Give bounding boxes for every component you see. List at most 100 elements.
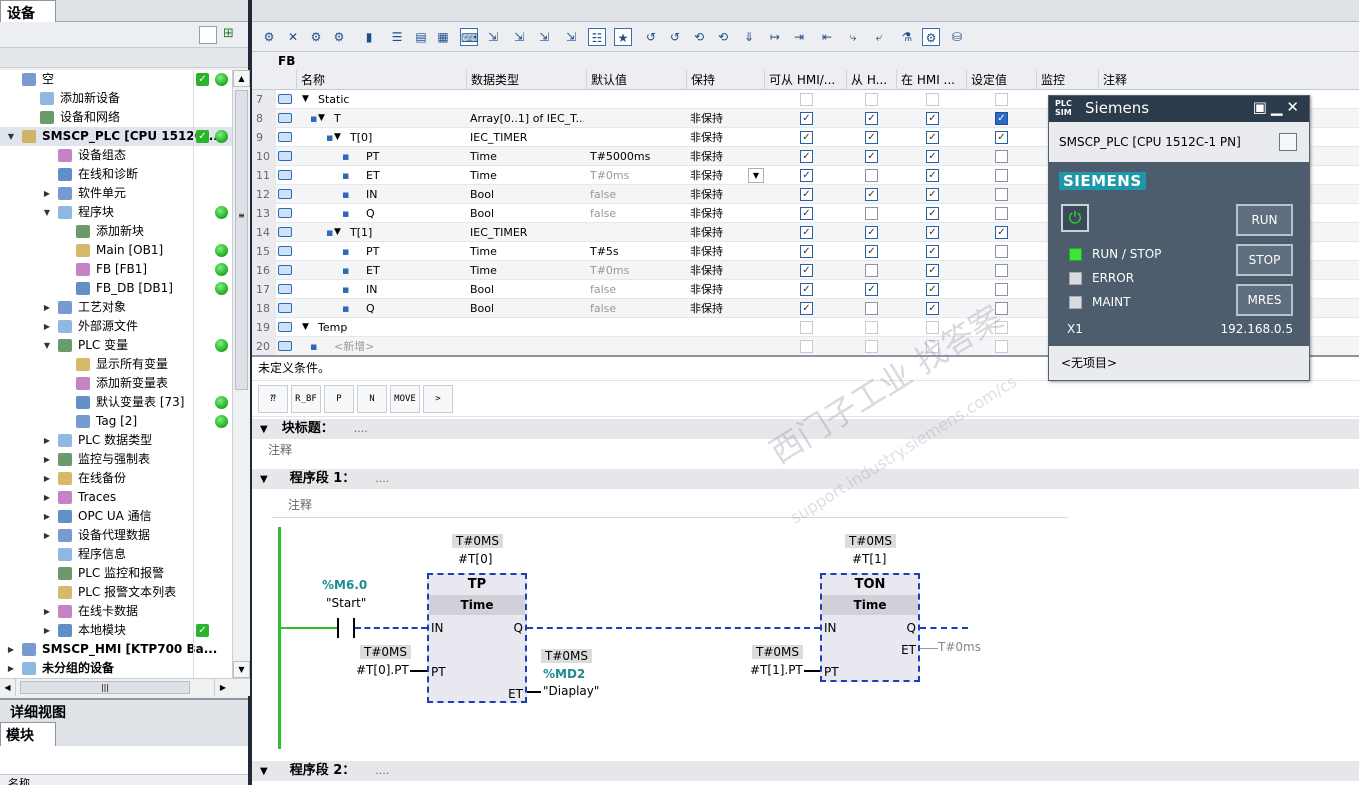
redo-icon[interactable]: ⟲ <box>714 28 732 46</box>
tree-item[interactable]: ▶ SMSCP_HMI [KTP700 Ba... <box>0 640 232 659</box>
minimize-icon[interactable]: ▁ <box>1271 98 1287 116</box>
close-icon[interactable]: ✕ <box>1286 98 1303 116</box>
checkbox[interactable]: ✓ <box>800 264 813 277</box>
retain-value[interactable]: 非保持 <box>690 109 760 128</box>
checkbox[interactable]: ✓ <box>800 245 813 258</box>
tree-vertical-scrollbar[interactable]: ▲ ≡ ▼ <box>232 70 250 678</box>
contact-tag[interactable]: "Start" <box>326 596 366 610</box>
plcsim-titlebar[interactable]: PLC SIM Siemens ▣▁✕ <box>1049 96 1309 122</box>
n-contact-icon[interactable]: N <box>357 385 387 413</box>
checkbox[interactable]: ✓ <box>865 283 878 296</box>
variable-name[interactable]: PT <box>366 147 464 166</box>
ton-timer-box[interactable]: TON Time IN Q ET PT <box>820 573 920 682</box>
default-value[interactable]: false <box>590 185 684 204</box>
default-value[interactable] <box>590 318 684 337</box>
network2-title-value[interactable]: .... <box>375 764 389 777</box>
column-header[interactable]: 设定值 <box>966 70 1036 90</box>
monitor-icon[interactable]: ⚙ <box>922 28 940 46</box>
hscroll-thumb[interactable]: ||| <box>20 681 190 694</box>
variable-type[interactable]: Bool <box>470 299 584 318</box>
checkbox[interactable]: ✓ <box>865 112 878 125</box>
tree-item[interactable]: 设备组态 <box>0 146 232 165</box>
variable-name[interactable]: Temp <box>318 318 464 337</box>
variable-name[interactable]: Q <box>366 204 464 223</box>
dropdown-arrow-icon[interactable]: ▼ <box>748 168 764 183</box>
default-value[interactable]: false <box>590 299 684 318</box>
column-header[interactable]: 数据类型 <box>466 70 586 90</box>
column-header[interactable]: 监控 <box>1036 70 1098 90</box>
move-box-icon[interactable]: MOVE <box>390 385 420 413</box>
grid-icon[interactable]: ▦ <box>434 28 452 46</box>
checkbox[interactable]: ✓ <box>926 112 939 125</box>
variable-name[interactable]: T <box>334 109 464 128</box>
checkbox[interactable] <box>865 302 878 315</box>
tree-item[interactable]: Main [OB1] <box>0 241 232 260</box>
tree-item[interactable]: ▶ OPC UA 通信 <box>0 507 232 526</box>
checkbox[interactable]: ✓ <box>865 245 878 258</box>
tp-type[interactable]: Time <box>429 595 525 615</box>
checkbox[interactable]: ✓ <box>926 207 939 220</box>
indent-icon[interactable]: ⇥ <box>790 28 808 46</box>
default-value[interactable] <box>590 90 684 109</box>
compile-icon[interactable]: ⚙ <box>307 28 325 46</box>
block-title-bar[interactable]: ▼ 块标题：.... <box>252 419 1359 439</box>
expand-arrow-icon[interactable]: ▼ <box>302 90 314 109</box>
tree-item[interactable]: ▶ 工艺对象 <box>0 298 232 317</box>
variable-type[interactable] <box>470 337 584 355</box>
tree-item[interactable]: ▶ 外部源文件 <box>0 317 232 336</box>
checkbox[interactable]: ✓ <box>865 226 878 239</box>
collapsed-arrow-icon[interactable]: ▶ <box>42 526 52 545</box>
favorites-icon[interactable]: ★ <box>614 28 632 46</box>
network1-comment[interactable]: 注释 <box>288 496 312 513</box>
variable-name[interactable]: T[0] <box>350 128 464 147</box>
variable-name[interactable]: <新增> <box>334 337 464 355</box>
scroll-down-icon[interactable]: ▼ <box>233 661 250 678</box>
tree-item[interactable]: ▶ 软件单元 <box>0 184 232 203</box>
default-value[interactable] <box>590 128 684 147</box>
checkbox[interactable]: ✓ <box>926 188 939 201</box>
block-comment[interactable]: 注释 <box>268 441 292 458</box>
insert-network-icon[interactable]: ⚙ <box>260 28 278 46</box>
variable-name[interactable]: PT <box>366 242 464 261</box>
r-bf-contact-icon[interactable]: R_BF <box>291 385 321 413</box>
variable-type[interactable]: Time <box>470 147 584 166</box>
checkbox[interactable] <box>926 93 939 106</box>
retain-value[interactable]: 非保持 <box>690 204 760 223</box>
tree-item[interactable]: ▶ 在线卡数据 <box>0 602 232 621</box>
retain-value[interactable] <box>690 337 760 355</box>
retain-value[interactable]: 非保持 <box>690 185 760 204</box>
tree-item[interactable]: ▼ PLC 变量 <box>0 336 232 355</box>
expand-arrow-icon[interactable]: ▼ <box>334 223 346 242</box>
tp-pt-tag[interactable]: #T[0].PT <box>356 663 409 677</box>
checkbox[interactable] <box>865 93 878 106</box>
checkbox[interactable]: ✓ <box>995 112 1008 125</box>
default-value[interactable] <box>590 223 684 242</box>
checkbox[interactable] <box>926 340 939 353</box>
go-to-icon[interactable]: ⤷ <box>844 28 862 46</box>
tree-item[interactable]: 添加新变量表 <box>0 374 232 393</box>
variable-type[interactable]: Time <box>470 261 584 280</box>
checkbox[interactable]: ✓ <box>800 112 813 125</box>
variable-type[interactable]: Bool <box>470 280 584 299</box>
collapse-icon[interactable]: ▼ <box>260 766 268 777</box>
default-value[interactable]: false <box>590 280 684 299</box>
tree-item[interactable]: ▶ 未分组的设备 <box>0 659 232 678</box>
collapsed-arrow-icon[interactable]: ▶ <box>42 450 52 469</box>
delete-network-icon[interactable]: ✕ <box>284 28 302 46</box>
tree-item[interactable]: 显示所有变量 <box>0 355 232 374</box>
restore-icon[interactable]: ▣ <box>1253 98 1271 116</box>
variable-type[interactable]: Time <box>470 166 584 185</box>
column-header[interactable]: 名称 <box>296 70 466 90</box>
tree-item[interactable]: ▼ SMSCP_PLC [CPU 1512C-... ✓ <box>0 127 232 146</box>
collapsed-arrow-icon[interactable]: ▶ <box>42 621 52 640</box>
tree-item[interactable]: PLC 监控和报警 <box>0 564 232 583</box>
checkbox[interactable]: ✓ <box>865 150 878 163</box>
default-value[interactable] <box>590 337 684 355</box>
scroll-up-icon[interactable]: ▲ <box>233 70 250 87</box>
checkbox[interactable]: ✓ <box>926 169 939 182</box>
variable-type[interactable]: Time <box>470 242 584 261</box>
plcsim-project-status[interactable]: <无项目> <box>1049 346 1309 380</box>
retain-value[interactable] <box>690 318 760 337</box>
variable-name[interactable]: T[1] <box>350 223 464 242</box>
retain-value[interactable]: 非保持 <box>690 147 760 166</box>
